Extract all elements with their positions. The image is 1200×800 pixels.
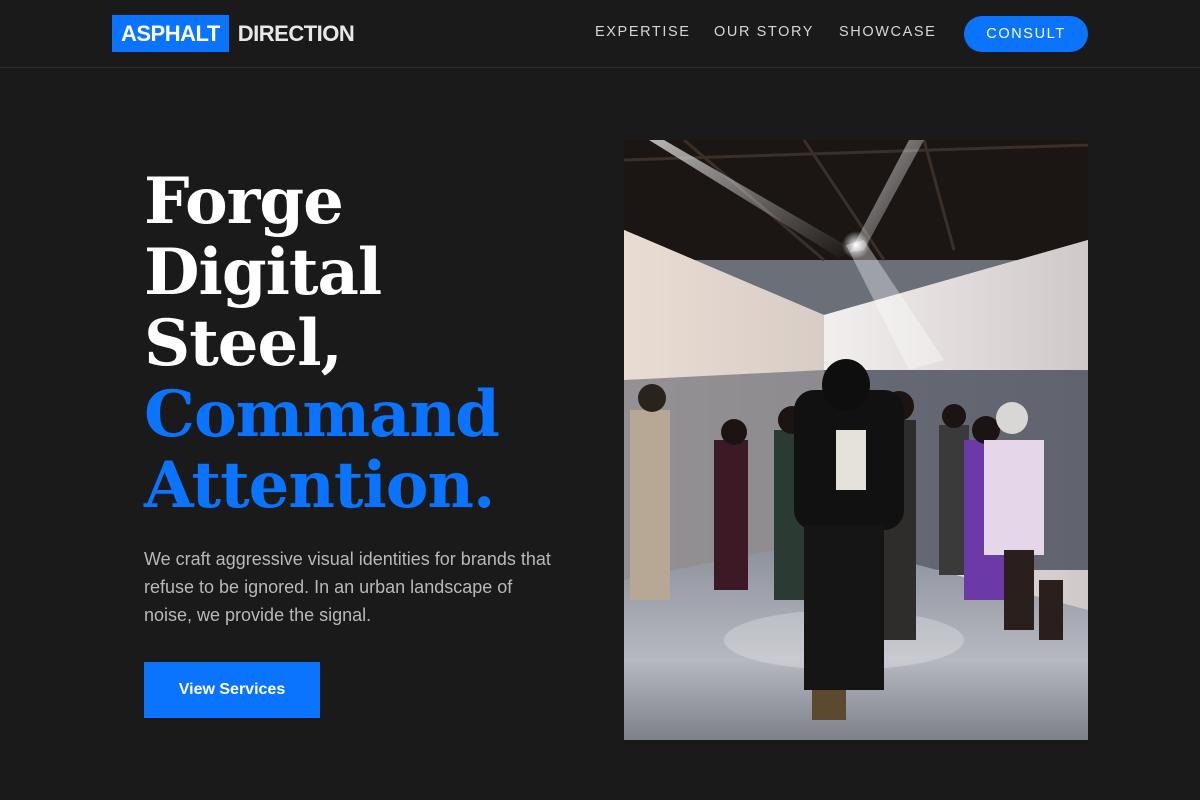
nav-link-showcase[interactable]: SHOWCASE <box>839 24 936 40</box>
brand-logo[interactable]: ASPHALT DIRECTION <box>112 15 355 52</box>
consult-button[interactable]: CONSULT <box>964 16 1088 52</box>
hero-lead-text: We craft aggressive visual identities fo… <box>144 549 551 625</box>
nav-link-our-story[interactable]: OUR STORY <box>714 24 814 40</box>
headline-line-accent: Command <box>144 377 500 452</box>
hero-photo-illustration <box>624 140 1088 740</box>
nav-link-expertise[interactable]: EXPERTISE <box>595 24 691 40</box>
brand-logo-word: DIRECTION <box>237 20 355 46</box>
headline-line: Forge <box>144 164 344 239</box>
brand-logo-mark: ASPHALT <box>112 15 229 52</box>
hero-headline: Forge Digital Steel, Command Attention. <box>144 166 584 521</box>
view-services-button[interactable]: View Services <box>144 662 320 718</box>
headline-line-accent: Attention. <box>144 448 495 523</box>
headline-line: Digital <box>144 235 382 310</box>
headline-line: Steel, <box>144 306 343 381</box>
site-header: ASPHALT DIRECTION EXPERTISE OUR STORY SH… <box>0 0 1200 68</box>
hero-photo <box>624 140 1088 740</box>
